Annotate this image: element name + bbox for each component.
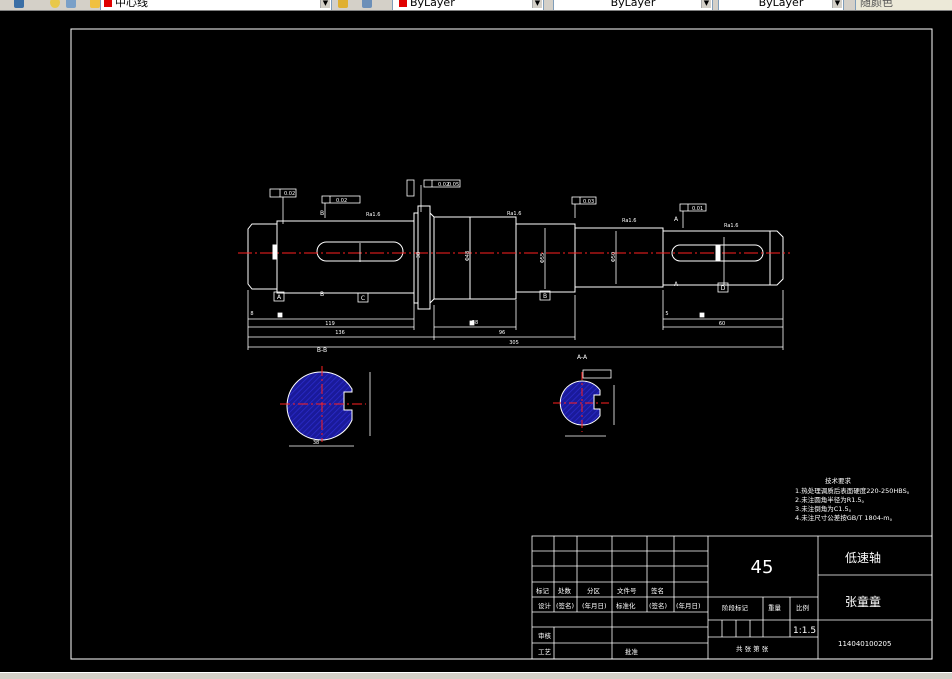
- dim-96: 96: [499, 330, 505, 336]
- chevron-down-icon[interactable]: ▼: [532, 0, 542, 8]
- gdt-value-6: 0.02: [284, 191, 295, 197]
- hdr-mark: 标记: [536, 586, 550, 595]
- section-mark-b-top: B: [320, 210, 324, 217]
- datum-b: B: [543, 293, 547, 300]
- dim-305: 305: [509, 340, 519, 346]
- layer-manager-icon[interactable]: [14, 0, 24, 8]
- review-label: 审核: [538, 631, 552, 640]
- gdt-value-5: 0.05: [448, 182, 459, 188]
- tech-note-1: 1.热处理调质后表面硬度220-250HBS。: [795, 486, 913, 495]
- section-aa: A-A: [553, 354, 615, 437]
- drawing-canvas[interactable]: 119 136 58 96 60 8 5 305 Φ48 Φ55 Φ50 38 …: [0, 11, 952, 678]
- roughness-2: Ra1.6: [507, 211, 521, 217]
- row-design: 设计: [538, 601, 552, 610]
- color-value: ByLayer: [410, 0, 455, 9]
- approve-label: 批准: [625, 647, 639, 656]
- gdt-value-1: 0.02: [336, 198, 347, 204]
- dim-60: 60: [719, 321, 725, 327]
- technical-notes: 技术要求 1.热处理调质后表面硬度220-250HBS。 2.未注圆角半径为R1…: [795, 476, 913, 522]
- drawing-number: 114040100205: [838, 640, 891, 648]
- section-mark-a-top: A: [674, 216, 679, 223]
- dim-38: 38: [416, 252, 422, 258]
- dim-phi48: Φ48: [465, 251, 471, 261]
- datum-d: D: [721, 285, 726, 292]
- datum-a: A: [277, 294, 282, 301]
- hdr-count: 处数: [558, 586, 572, 595]
- dim-8: 8: [250, 311, 253, 317]
- title-block: 45 低速轴 张童童 1:1.5 114040100205 标记 处数 分区 文…: [531, 535, 933, 660]
- layer-dropdown[interactable]: 中心线 ▼: [100, 0, 332, 10]
- dim-5: 5: [665, 311, 668, 317]
- craft-label: 工艺: [538, 648, 552, 656]
- dim-phi50: Φ50: [611, 252, 617, 262]
- hdr-zone: 分区: [587, 586, 601, 595]
- ratio-label: 比例: [796, 603, 809, 612]
- lineweight-dropdown[interactable]: ByLayer ▼: [718, 0, 844, 10]
- section-bb-label: B-B: [317, 347, 327, 354]
- layer-name: 中心线: [115, 0, 148, 9]
- color-swatch: [399, 0, 407, 7]
- layer-on-icon[interactable]: [50, 0, 60, 8]
- dim-phi55: Φ55: [540, 253, 546, 263]
- datum-c: C: [361, 295, 365, 302]
- hdr-docno: 文件号: [617, 586, 637, 595]
- plotstyle-dropdown[interactable]: 随颜色: [855, 0, 952, 10]
- sign-paren: (签名): [556, 601, 574, 610]
- section-aa-label: A-A: [577, 354, 588, 361]
- drawing-border: [70, 28, 933, 660]
- chevron-down-icon[interactable]: ▼: [832, 0, 842, 8]
- lineweight-value: ByLayer: [758, 0, 804, 9]
- part-name: 低速轴: [845, 550, 881, 565]
- gdt-value-3: 0.03: [583, 199, 594, 205]
- dim-58: 58: [472, 320, 478, 326]
- plotstyle-value: 随颜色: [860, 0, 893, 9]
- properties-toolbar: 中心线 ▼ ByLayer ▼ ByLayer ▼ ByLayer ▼ 随颜色: [0, 0, 952, 11]
- roughness-4: Ra1.6: [724, 223, 738, 229]
- gdt-value-4: 0.01: [692, 206, 703, 212]
- dimension-texts: 119 136 58 96 60 8 5 305 Φ48 Φ55 Φ50 38: [250, 251, 725, 346]
- tech-title: 技术要求: [825, 476, 852, 485]
- color-dropdown[interactable]: ByLayer ▼: [392, 0, 544, 10]
- dim-136: 136: [335, 330, 345, 336]
- designer-name: 张童童: [845, 594, 881, 609]
- roughness-1: Ra1.6: [366, 212, 380, 218]
- weight-label: 重量: [768, 604, 782, 612]
- dim-119: 119: [325, 321, 335, 327]
- section-bb: B-B 38: [280, 347, 371, 447]
- scale-value: 1:1.5: [793, 626, 816, 636]
- section-bb-dim: 38: [313, 440, 319, 446]
- chevron-down-icon[interactable]: ▼: [320, 0, 330, 8]
- sign-paren-2: (签名): [649, 601, 667, 610]
- date-paren-2: (年月日): [676, 601, 701, 610]
- material-value: 45: [751, 557, 774, 578]
- roughness-3: Ra1.6: [622, 218, 636, 224]
- tech-note-4: 4.未注尺寸公差按GB/T 1804-m。: [795, 513, 896, 522]
- layer-color-swatch: [104, 0, 112, 7]
- date-paren: (年月日): [582, 601, 607, 610]
- linetype-dropdown[interactable]: ByLayer ▼: [553, 0, 713, 10]
- linetype-value: ByLayer: [610, 0, 656, 9]
- tech-note-3: 3.未注倒角为C1.5。: [795, 504, 855, 513]
- datum-labels: A C B D B B A A: [277, 210, 726, 302]
- layer-lock-icon[interactable]: [66, 0, 76, 8]
- stage-label: 阶段标记: [722, 603, 749, 612]
- tech-note-2: 2.未注圆角半径为R1.5。: [795, 495, 868, 504]
- layer-previous-icon[interactable]: [362, 0, 372, 8]
- chevron-down-icon[interactable]: ▼: [701, 0, 711, 8]
- make-current-layer-icon[interactable]: [338, 0, 348, 8]
- gdt-texts: 0.02 0.02 0.03 0.01 0.05 0.02 Ra1.6 Ra1.…: [284, 182, 738, 229]
- section-mark-b: B: [320, 291, 324, 298]
- layer-freeze-icon[interactable]: [90, 0, 100, 8]
- sheets-label: 共 张 第 张: [736, 644, 769, 653]
- std-label: 标准化: [616, 601, 636, 610]
- hdr-sign: 签名: [651, 586, 664, 595]
